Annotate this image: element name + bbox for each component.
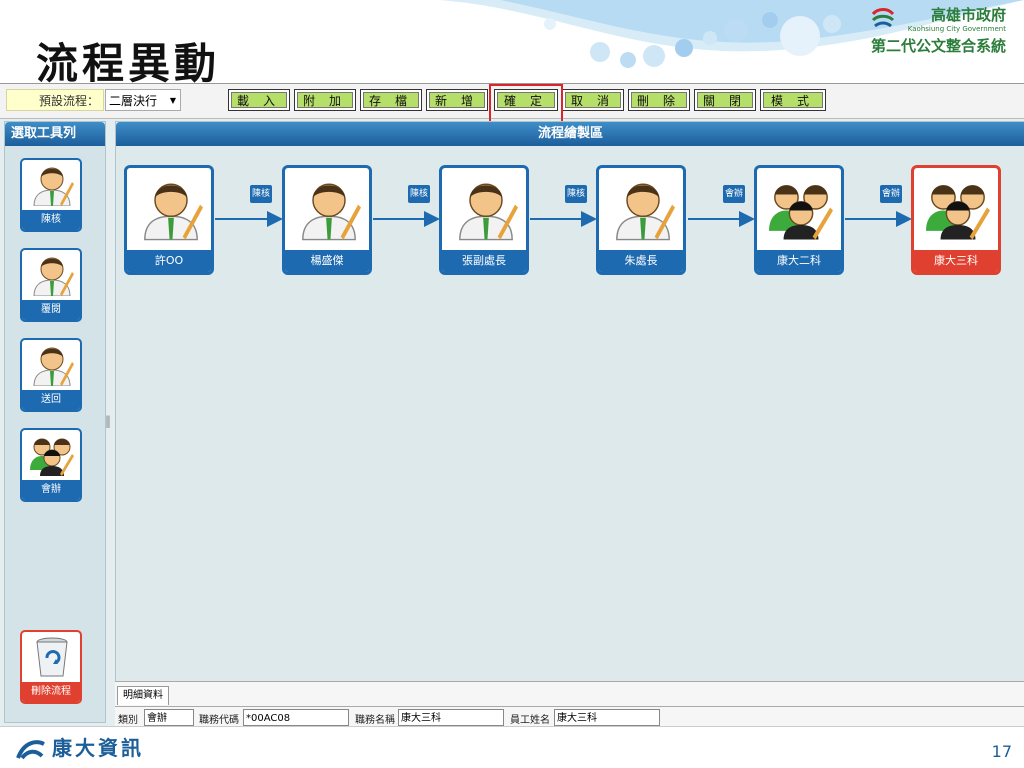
flow-node-label: 許OO [127, 250, 211, 272]
preset-flow-label: 預設流程： [6, 89, 104, 111]
edge-label[interactable]: 會辦 [880, 185, 902, 203]
position-name-field[interactable]: 康大三科 [398, 709, 504, 726]
flow-node-label: 張副處長 [442, 250, 526, 272]
edge-label[interactable]: 會辦 [723, 185, 745, 203]
edge-label[interactable]: 陳核 [408, 185, 430, 203]
single-person-icon [33, 167, 74, 206]
single-person-icon [144, 183, 203, 241]
single-person-icon [33, 257, 74, 296]
recycle-bin-icon [36, 637, 68, 677]
flow-node-selected[interactable]: 康大三科 [911, 165, 1001, 275]
detail-panel: 明細資料 類別 會辦 職務代碼 *00AC08 職務名稱 康大三科 員工姓名 康… [115, 681, 1024, 727]
tool-cosign[interactable]: 會辦 [20, 428, 82, 502]
company-logo: 康大資訊 [14, 732, 144, 762]
tab-detail[interactable]: 明細資料 [117, 686, 169, 705]
delete-button[interactable]: 刪除 [628, 89, 690, 111]
employee-name-label: 員工姓名 [510, 715, 550, 726]
single-person-icon [616, 183, 675, 241]
flow-node[interactable]: 張副處長 [439, 165, 529, 275]
panel-splitter[interactable]: ‖ [105, 414, 111, 428]
attach-button[interactable]: 附加 [294, 89, 356, 111]
tool-panel: 選取工具列 陳核 覆閱 送回 會辦 刪除流程 [4, 121, 106, 723]
mode-button[interactable]: 模式 [760, 89, 826, 111]
tool-submit[interactable]: 陳核 [20, 158, 82, 232]
load-button[interactable]: 載入 [228, 89, 290, 111]
tool-panel-title: 選取工具列 [5, 122, 105, 146]
group-icon [926, 185, 990, 240]
preset-flow-select[interactable]: 二層決行 ▼ [105, 89, 181, 111]
flow-node-label: 楊盛傑 [285, 250, 369, 272]
tool-return-label: 送回 [22, 390, 80, 410]
company-logo-icon [16, 739, 45, 759]
flow-edges [215, 211, 912, 227]
position-code-field[interactable]: *00AC08 [243, 709, 349, 726]
flow-canvas[interactable]: 流程繪製區 陳核 陳核 陳核 會辦 會辦 許OO 楊盛傑 張副處長 朱處長 康大… [115, 121, 1024, 683]
close-button[interactable]: 關閉 [694, 89, 756, 111]
edge-label[interactable]: 陳核 [565, 185, 587, 203]
logo-system-name: 第二代公文整合系統 [870, 37, 1006, 55]
confirm-highlight-box [489, 84, 563, 126]
logo-city-name: 高雄市政府 [930, 6, 1006, 24]
group-icon [30, 438, 74, 476]
flow-node-label: 康大三科 [914, 250, 998, 272]
flow-node-label: 朱處長 [599, 250, 683, 272]
tool-review-label: 覆閱 [22, 300, 80, 320]
position-code-label: 職務代碼 [199, 715, 239, 726]
category-field[interactable]: 會辦 [144, 709, 194, 726]
save-button[interactable]: 存檔 [360, 89, 422, 111]
page-number: 17 [991, 742, 1012, 761]
employee-name-field[interactable]: 康大三科 [554, 709, 660, 726]
workflow-editor: 預設流程： 二層決行 ▼ 載入 附加 存檔 新增 確定 取消 刪除 關閉 模式 … [0, 83, 1024, 727]
tool-review[interactable]: 覆閱 [20, 248, 82, 322]
position-name-label: 職務名稱 [355, 715, 395, 726]
government-logo: 高雄市政府 Kaohsiung City Government 第二代公文整合系… [871, 4, 1006, 56]
tool-submit-label: 陳核 [22, 210, 80, 230]
category-label: 類別 [118, 715, 138, 726]
flow-node[interactable]: 許OO [124, 165, 214, 275]
flow-node[interactable]: 朱處長 [596, 165, 686, 275]
detail-fields: 類別 會辦 職務代碼 *00AC08 職務名稱 康大三科 員工姓名 康大三科 [115, 706, 1024, 728]
company-name: 康大資訊 [52, 736, 144, 760]
flow-node[interactable]: 楊盛傑 [282, 165, 372, 275]
add-button[interactable]: 新增 [426, 89, 488, 111]
group-icon [769, 185, 833, 240]
footer-divider [0, 726, 1024, 727]
delete-flow-tool[interactable]: 刪除流程 [20, 630, 82, 704]
delete-flow-label: 刪除流程 [22, 682, 80, 702]
single-person-icon [33, 347, 74, 386]
logo-english-name: Kaohsiung City Government [907, 25, 1006, 33]
flow-node[interactable]: 康大二科 [754, 165, 844, 275]
tool-return[interactable]: 送回 [20, 338, 82, 412]
single-person-icon [459, 183, 518, 241]
flow-node-label: 康大二科 [757, 250, 841, 272]
tool-cosign-label: 會辦 [22, 480, 80, 500]
preset-flow-value: 二層決行 [109, 94, 158, 108]
single-person-icon [302, 183, 361, 241]
cancel-button[interactable]: 取消 [562, 89, 624, 111]
edge-label[interactable]: 陳核 [250, 185, 272, 203]
slide-title: 流程異動 [36, 39, 221, 88]
toolbar: 預設流程： 二層決行 ▼ 載入 附加 存檔 新增 確定 取消 刪除 關閉 模式 [0, 84, 1024, 126]
dropdown-arrow-icon: ▼ [169, 96, 176, 105]
